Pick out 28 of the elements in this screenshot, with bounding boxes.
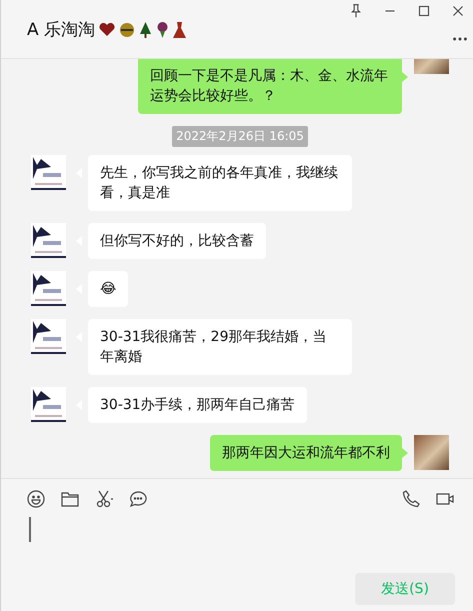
heart-icon — [99, 22, 116, 36]
phone-icon[interactable] — [401, 489, 421, 509]
message-bubble: 那两年因大运和流年都不利 — [210, 435, 402, 471]
emoji-icon[interactable] — [26, 489, 46, 509]
logo-avatar — [31, 319, 66, 354]
logo-avatar — [31, 155, 66, 190]
bubble-tail — [402, 448, 408, 458]
text-cursor — [29, 517, 31, 542]
logo-avatar — [31, 387, 66, 422]
scissors-icon[interactable] — [94, 489, 114, 509]
logo-avatar — [31, 223, 66, 258]
logo-avatar — [31, 271, 66, 306]
chat-icon[interactable] — [128, 489, 148, 509]
bouquet-icon — [156, 22, 170, 38]
message-bubble: 回顾一下是不是凡属：木、金、水流年运势会比较好些。？ — [138, 59, 402, 114]
bubble-tail — [402, 72, 408, 82]
message-bubble: 但你写不好的，比较含蓄 — [88, 223, 266, 259]
coin-icon — [119, 22, 136, 38]
message-bubble: 30-31办手续，那两年自己痛苦 — [88, 387, 307, 423]
message-bubble: 先生，你写我之前的各年真准，我继续看，真是准 — [88, 155, 352, 211]
timestamp: 2022年2月26日 16:05 — [172, 126, 308, 147]
tree-icon — [139, 22, 152, 38]
chat-title: A 乐淘淘 — [27, 19, 96, 41]
dress-icon — [173, 22, 186, 38]
send-button[interactable]: 发送(S) — [355, 573, 455, 605]
message-bubble: 😂 — [88, 271, 128, 307]
photo-placeholder — [414, 435, 449, 470]
message-bubble: 30-31我很痛苦，29那年我结婚，当年离婚 — [88, 319, 352, 375]
